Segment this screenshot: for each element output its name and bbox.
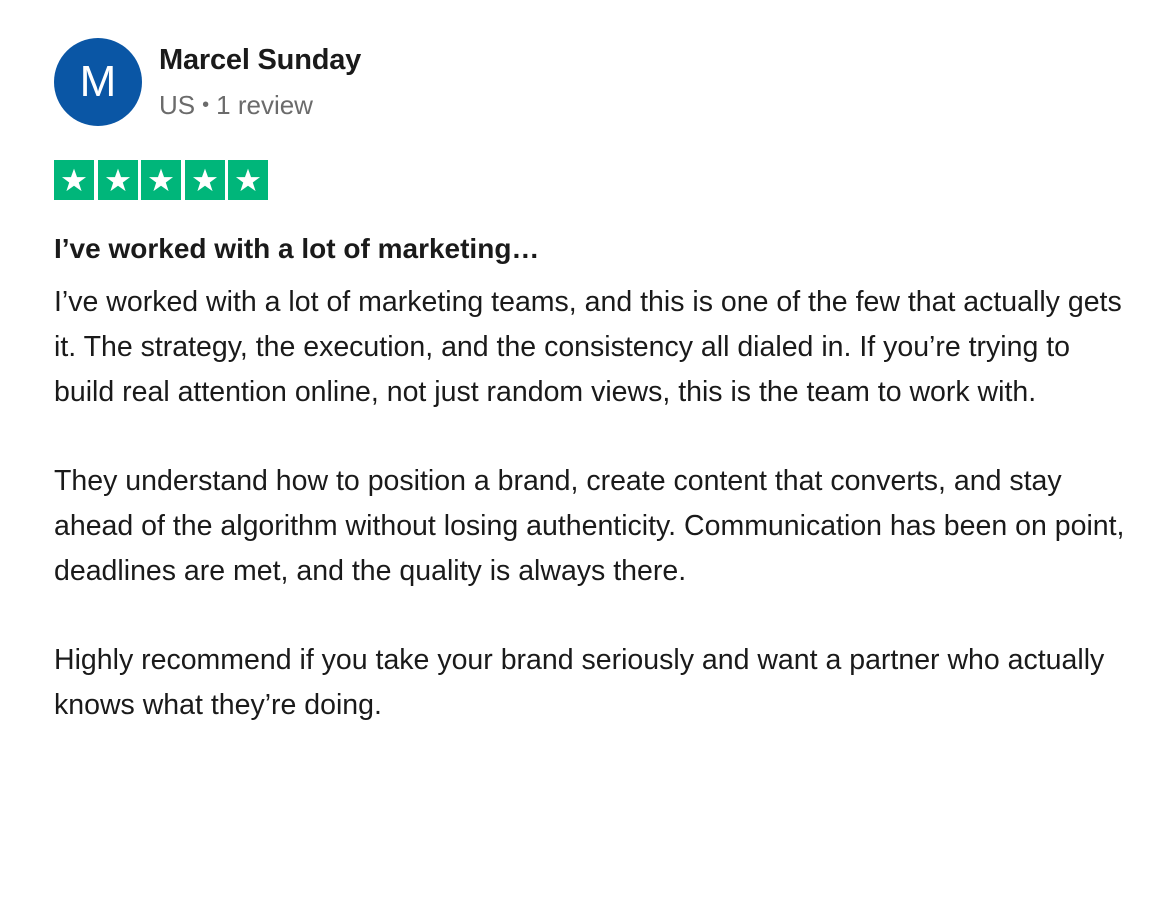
- star-rating: [54, 160, 1134, 200]
- avatar[interactable]: M: [54, 38, 142, 126]
- review-header: M Marcel Sunday US • 1 review: [54, 38, 1134, 126]
- review-paragraph: I’ve worked with a lot of marketing team…: [54, 286, 1122, 408]
- consumer-meta: US • 1 review: [159, 90, 361, 120]
- meta-separator: •: [202, 94, 210, 116]
- star-icon: [97, 160, 138, 200]
- consumer-country: US: [159, 90, 196, 120]
- review-card: M Marcel Sunday US • 1 review I’ve worke…: [54, 38, 1134, 728]
- review-paragraph: Highly recommend if you take your brand …: [54, 644, 1105, 722]
- star-icon: [141, 160, 181, 200]
- review-body: I’ve worked with a lot of marketing team…: [54, 280, 1134, 728]
- consumer-name[interactable]: Marcel Sunday: [159, 42, 361, 78]
- review-paragraph: They understand how to position a brand,…: [54, 465, 1125, 587]
- consumer-info: Marcel Sunday US • 1 review: [159, 38, 361, 120]
- consumer-review-count: 1 review: [216, 90, 313, 120]
- review-title[interactable]: I’ve worked with a lot of marketing…: [54, 232, 1134, 266]
- star-icon: [228, 160, 268, 200]
- star-icon: [54, 160, 94, 200]
- star-icon: [184, 160, 225, 200]
